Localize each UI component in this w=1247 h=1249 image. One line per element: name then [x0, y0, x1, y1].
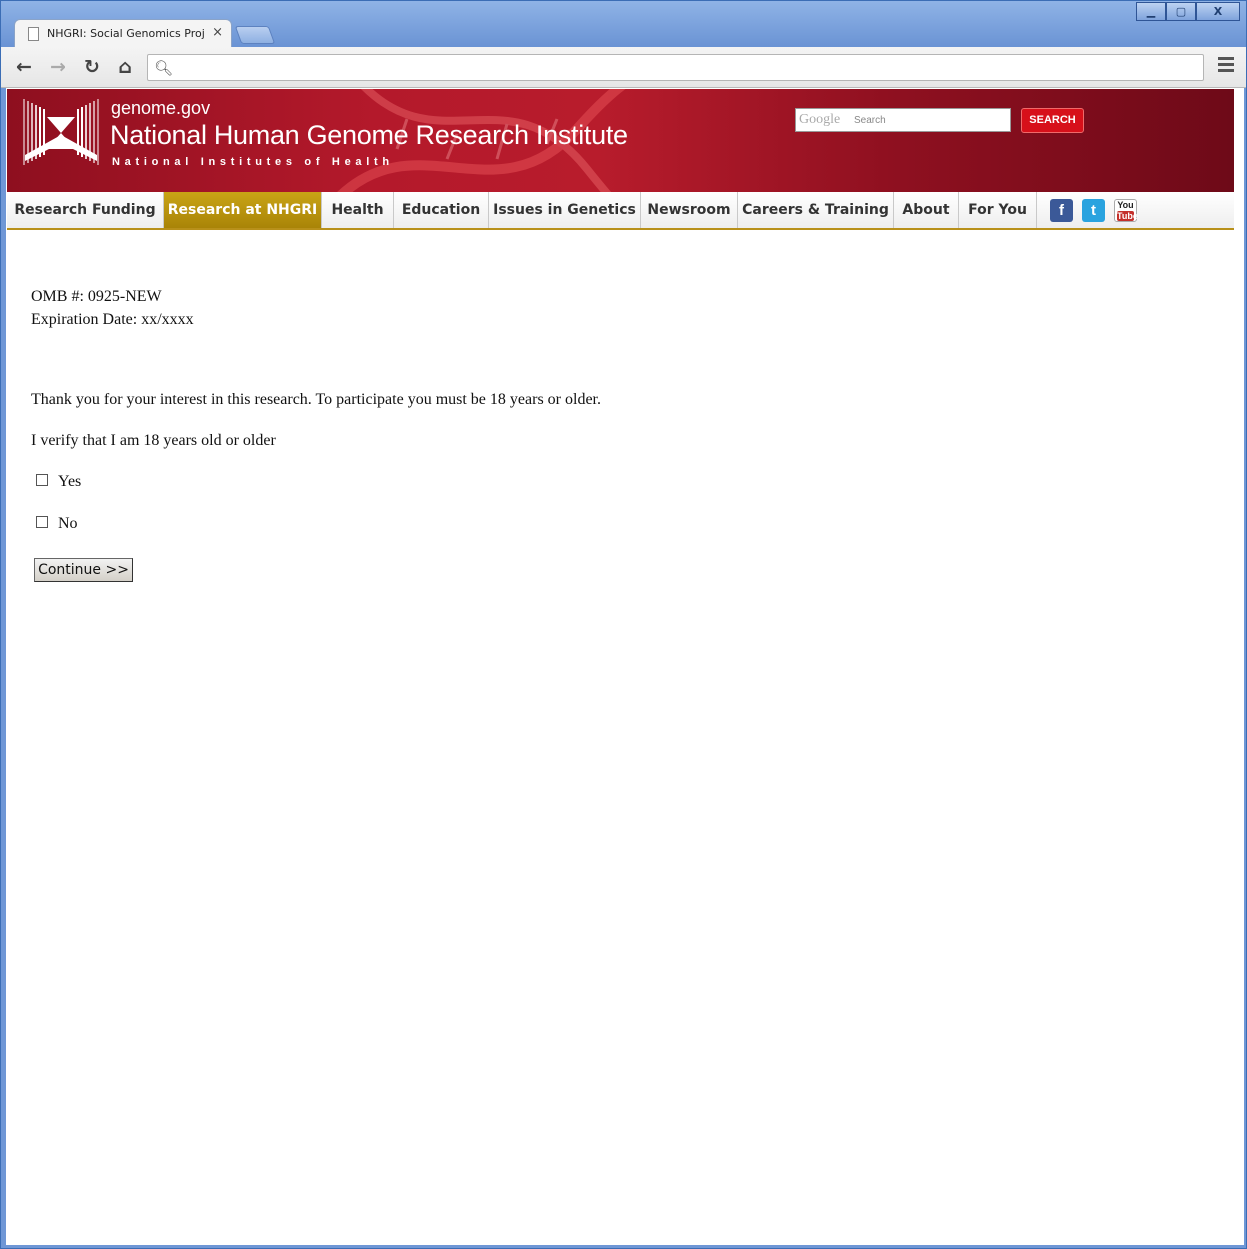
- no-checkbox[interactable]: [36, 516, 48, 528]
- youtube-label-bottom: Tube: [1117, 211, 1138, 221]
- search-icon: 🔍︎: [154, 59, 174, 77]
- age-question: I verify that I am 18 years old or older: [31, 432, 276, 449]
- window-controls: ▁ ▢ X: [1136, 2, 1240, 21]
- nav-research-funding[interactable]: Research Funding: [7, 192, 164, 228]
- page-viewport: genome.gov National Human Genome Researc…: [6, 88, 1244, 1245]
- nav-issues-in-genetics[interactable]: Issues in Genetics: [489, 192, 641, 228]
- close-window-button[interactable]: X: [1196, 2, 1240, 21]
- site-subtitle: National Institutes of Health: [112, 156, 394, 168]
- expiration-date: Expiration Date: xx/xxxx: [31, 311, 194, 328]
- site-domain[interactable]: genome.gov: [111, 98, 210, 119]
- nav-newsroom[interactable]: Newsroom: [641, 192, 738, 228]
- twitter-icon[interactable]: t: [1082, 199, 1105, 222]
- page-icon: [28, 27, 39, 41]
- omb-block: OMB #: 0925-NEW Expiration Date: xx/xxxx: [31, 285, 194, 331]
- new-tab-button[interactable]: [234, 26, 276, 44]
- main-nav: Research Funding Research at NHGRI Healt…: [7, 192, 1234, 230]
- option-yes[interactable]: Yes: [36, 473, 81, 491]
- omb-number: OMB #: 0925-NEW: [31, 288, 162, 305]
- browser-toolbar: ← → ↻ ⌂ 🔍︎: [1, 47, 1246, 88]
- back-button[interactable]: ←: [13, 55, 35, 79]
- nav-education[interactable]: Education: [394, 192, 489, 228]
- youtube-label-top: You: [1117, 200, 1134, 210]
- tab-close-icon[interactable]: ×: [212, 25, 223, 40]
- nav-health[interactable]: Health: [322, 192, 394, 228]
- nav-research-at-nhgri[interactable]: Research at NHGRI: [164, 192, 322, 228]
- reload-button[interactable]: ↻: [81, 55, 103, 79]
- forward-button[interactable]: →: [47, 55, 69, 79]
- search-button[interactable]: SEARCH: [1021, 108, 1084, 133]
- browser-window: ▁ ▢ X NHGRI: Social Genomics Proj × ← → …: [0, 0, 1247, 1249]
- youtube-icon[interactable]: You Tube: [1114, 199, 1138, 222]
- yes-label: Yes: [58, 473, 82, 490]
- facebook-icon[interactable]: f: [1050, 199, 1073, 222]
- no-label: No: [58, 515, 78, 532]
- tab-title: NHGRI: Social Genomics Proj: [47, 27, 205, 40]
- menu-icon[interactable]: [1218, 57, 1234, 75]
- google-brand-label: Google: [799, 112, 841, 127]
- address-bar[interactable]: 🔍︎: [147, 54, 1204, 81]
- site-search-input[interactable]: Google Search: [795, 108, 1011, 132]
- home-button[interactable]: ⌂: [114, 55, 136, 79]
- site-header: genome.gov National Human Genome Researc…: [7, 89, 1234, 192]
- search-placeholder: Search: [854, 115, 886, 126]
- continue-button[interactable]: Continue >>: [34, 558, 133, 582]
- option-no[interactable]: No: [36, 515, 78, 533]
- maximize-button[interactable]: ▢: [1166, 2, 1196, 21]
- yes-checkbox[interactable]: [36, 474, 48, 486]
- site-title[interactable]: National Human Genome Research Institute: [110, 120, 628, 151]
- title-bar: ▁ ▢ X NHGRI: Social Genomics Proj ×: [1, 1, 1246, 48]
- nav-about[interactable]: About: [894, 192, 959, 228]
- nav-for-you[interactable]: For You: [959, 192, 1037, 228]
- intro-text: Thank you for your interest in this rese…: [31, 391, 601, 408]
- nhgri-logo[interactable]: [21, 97, 101, 169]
- minimize-button[interactable]: ▁: [1136, 2, 1166, 21]
- browser-tab[interactable]: NHGRI: Social Genomics Proj ×: [14, 19, 232, 48]
- nav-careers-training[interactable]: Careers & Training: [738, 192, 894, 228]
